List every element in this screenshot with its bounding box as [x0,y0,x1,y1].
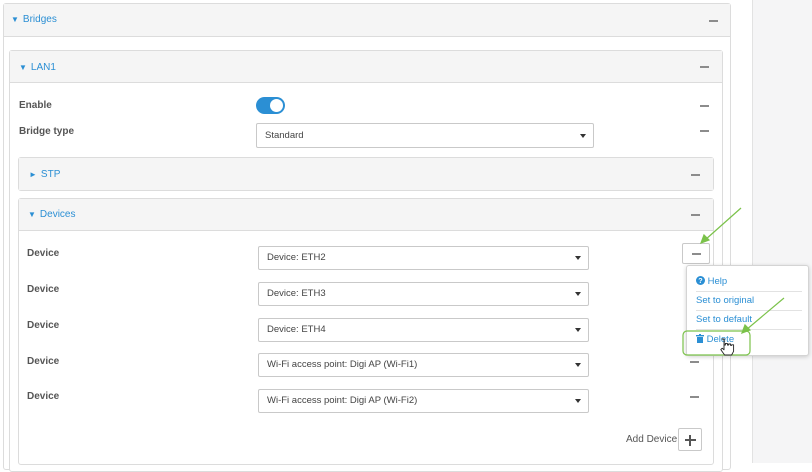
menu-help[interactable]: ? Help [696,276,727,287]
right-gutter [752,0,812,463]
lan1-menu-icon[interactable] [700,66,709,68]
device-value-1: Device: ETH2 [267,252,326,263]
device-select-4[interactable]: Wi-Fi access point: Digi AP (Wi-Fi1) [258,353,589,377]
bridge-type-label: Bridge type [19,126,75,137]
device-4-menu-icon[interactable] [690,361,699,363]
device-label-5: Device [27,391,60,402]
menu-delete[interactable]: Delete [696,334,734,345]
device-label-1: Device [27,248,60,259]
collapse-triangle-icon: ▼ [11,15,19,24]
plus-icon-vertical [689,435,691,446]
menu-divider [696,329,802,330]
device-label-2: Device [27,284,60,295]
collapse-triangle-icon: ▼ [28,210,36,219]
devices-title[interactable]: ▼ Devices [28,209,76,220]
enable-label: Enable [19,100,52,111]
stp-menu-icon[interactable] [691,174,700,176]
device-label-4: Device [27,356,60,367]
chevron-down-icon [575,363,581,367]
expand-triangle-icon: ► [29,170,37,179]
bridge-type-menu-icon[interactable] [700,130,709,132]
devices-menu-icon[interactable] [691,214,700,216]
toggle-knob [270,99,283,112]
trash-icon [696,334,704,343]
bridge-type-value: Standard [265,130,304,141]
device-value-5: Wi-Fi access point: Digi AP (Wi-Fi2) [267,395,418,406]
menu-divider [696,310,802,311]
bridges-header[interactable]: ▼ Bridges [4,4,730,37]
add-device-button[interactable] [678,428,702,451]
enable-toggle[interactable] [256,97,285,114]
chevron-down-icon [580,134,586,138]
devices-header[interactable]: ▼ Devices [19,199,713,231]
chevron-down-icon [575,256,581,260]
chevron-down-icon [575,399,581,403]
lan1-header[interactable]: ▼ LAN1 [10,51,722,83]
context-menu: ? Help Set to original Set to default De… [686,265,809,356]
stp-panel: ► STP [18,157,714,191]
device-select-1[interactable]: Device: ETH2 [258,246,589,270]
device-1-menu-button[interactable] [682,243,710,264]
collapse-triangle-icon: ▼ [19,63,27,72]
bridges-menu-icon[interactable] [709,20,718,22]
device-value-2: Device: ETH3 [267,288,326,299]
chevron-down-icon [575,328,581,332]
stp-header[interactable]: ► STP [19,158,713,190]
menu-dash-icon [692,253,701,255]
menu-set-original[interactable]: Set to original [696,295,754,306]
lan1-title[interactable]: ▼ LAN1 [19,62,56,73]
stp-title[interactable]: ► STP [29,169,60,180]
device-select-5[interactable]: Wi-Fi access point: Digi AP (Wi-Fi2) [258,389,589,413]
enable-menu-icon[interactable] [700,105,709,107]
add-device-label: Add Device [626,434,678,445]
chevron-down-icon [575,292,581,296]
menu-divider [696,291,802,292]
device-label-3: Device [27,320,60,331]
device-value-4: Wi-Fi access point: Digi AP (Wi-Fi1) [267,359,418,370]
device-5-menu-icon[interactable] [690,396,699,398]
bridges-title[interactable]: ▼ Bridges [11,14,57,25]
svg-text:?: ? [698,276,702,285]
bridge-type-select[interactable]: Standard [256,123,594,148]
question-circle-icon: ? [696,276,705,285]
device-select-2[interactable]: Device: ETH3 [258,282,589,306]
device-select-3[interactable]: Device: ETH4 [258,318,589,342]
device-value-3: Device: ETH4 [267,324,326,335]
menu-set-default[interactable]: Set to default [696,314,752,325]
